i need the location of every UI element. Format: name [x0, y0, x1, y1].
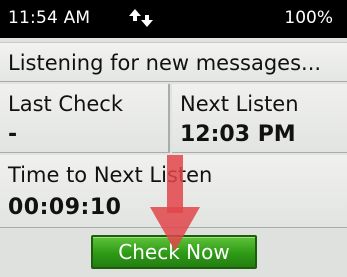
last-check-panel: Last Check -	[0, 84, 170, 153]
next-listen-label: Next Listen	[180, 92, 299, 116]
last-check-value: -	[8, 122, 18, 147]
sync-arrows-icon	[129, 9, 153, 27]
pointer-arrow-icon	[150, 155, 200, 251]
battery-level: 100%	[284, 8, 333, 28]
listening-status-text: Listening for new messages...	[8, 51, 322, 75]
status-time: 11:54 AM	[8, 8, 91, 28]
next-listen-value: 12:03 PM	[180, 122, 296, 147]
listening-banner: Listening for new messages...	[0, 42, 347, 82]
status-bar: 11:54 AM 100%	[0, 0, 347, 38]
next-listen-panel: Next Listen 12:03 PM	[172, 84, 347, 153]
time-to-next-listen-value: 00:09:10	[8, 195, 122, 220]
last-check-label: Last Check	[8, 92, 124, 116]
